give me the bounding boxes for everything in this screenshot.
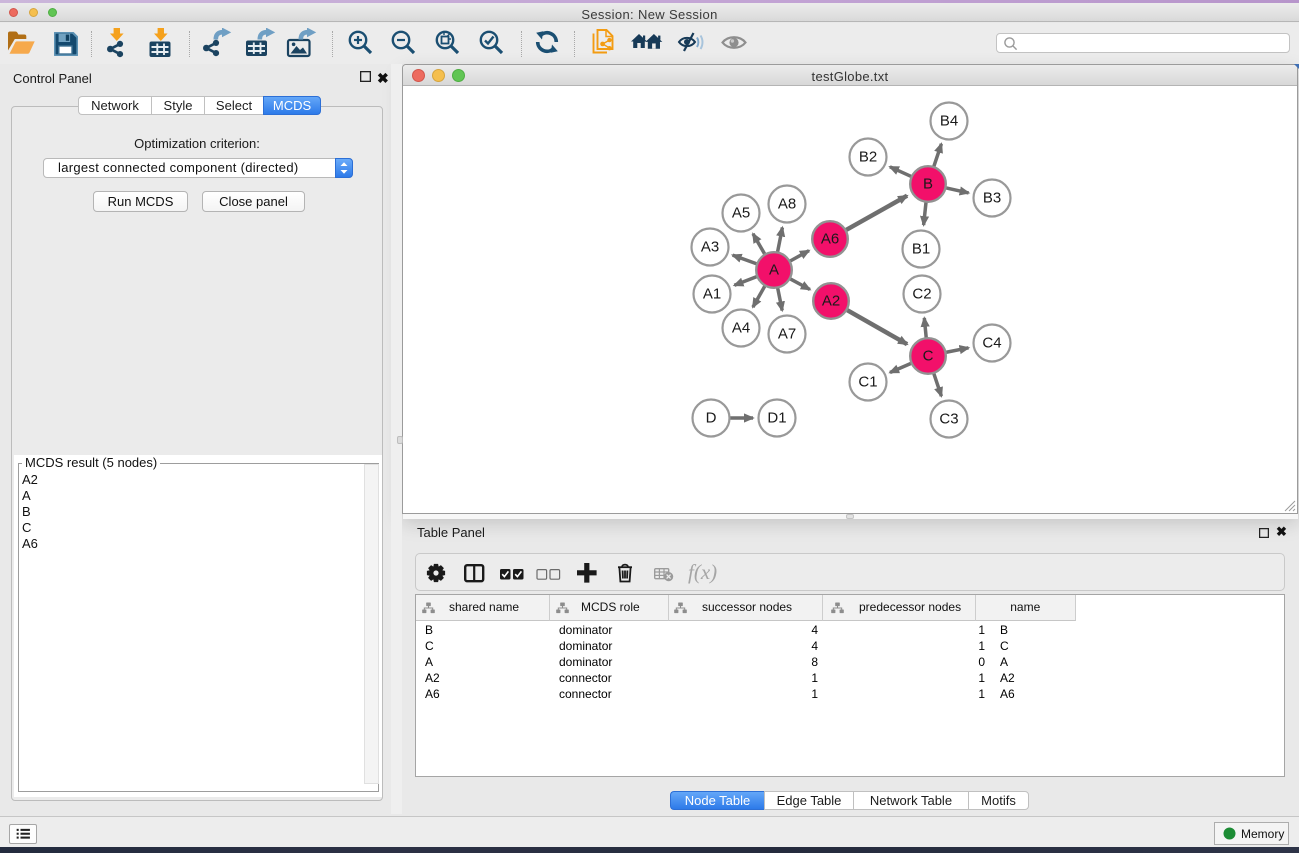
svg-text:C2: C2: [912, 286, 931, 303]
svg-text:A7: A7: [778, 326, 796, 343]
svg-text:A5: A5: [732, 205, 750, 222]
svg-text:A8: A8: [778, 196, 796, 213]
svg-text:B3: B3: [983, 190, 1001, 207]
svg-text:B: B: [923, 176, 933, 193]
svg-text:C4: C4: [982, 335, 1001, 352]
svg-text:A4: A4: [732, 320, 750, 337]
svg-text:A: A: [769, 262, 779, 279]
svg-text:B1: B1: [912, 241, 930, 258]
svg-text:C1: C1: [858, 374, 877, 391]
svg-text:A1: A1: [703, 286, 721, 303]
svg-text:A3: A3: [701, 239, 719, 256]
svg-text:C: C: [923, 348, 934, 365]
svg-text:B2: B2: [859, 149, 877, 166]
svg-text:B4: B4: [940, 113, 958, 130]
svg-text:C3: C3: [939, 411, 958, 428]
svg-text:D1: D1: [767, 410, 786, 427]
svg-text:A6: A6: [821, 231, 839, 248]
svg-text:D: D: [706, 410, 717, 427]
svg-text:A2: A2: [822, 293, 840, 310]
